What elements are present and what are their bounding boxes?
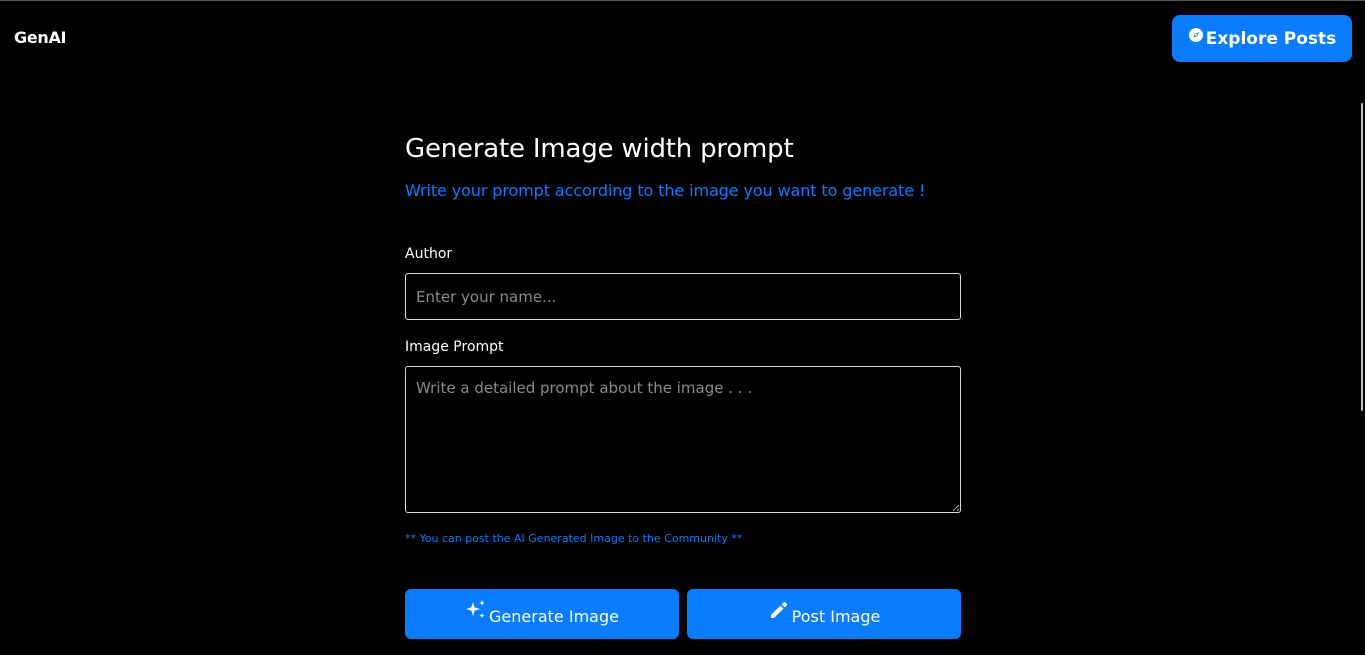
post-image-button[interactable]: Post Image: [687, 589, 961, 639]
image-prompt-textarea[interactable]: [405, 366, 961, 513]
author-input[interactable]: [405, 273, 961, 320]
post-image-label: Post Image: [791, 606, 881, 626]
compass-icon: [1188, 27, 1204, 43]
community-note: ** You can post the AI Generated Image t…: [405, 532, 743, 545]
explore-posts-button[interactable]: Explore Posts: [1172, 15, 1352, 62]
page-title: Generate Image width prompt: [405, 134, 794, 164]
brand-logo[interactable]: GenAI: [14, 28, 67, 47]
author-label: Author: [405, 246, 453, 262]
image-prompt-label: Image Prompt: [405, 339, 504, 355]
scrollbar[interactable]: [1361, 103, 1363, 411]
page-subtitle: Write your prompt according to the image…: [405, 181, 926, 200]
generate-image-button[interactable]: Generate Image: [405, 589, 679, 639]
generate-image-label: Generate Image: [489, 606, 619, 626]
navbar: GenAI Explore Posts: [0, 1, 1365, 77]
explore-posts-label: Explore Posts: [1205, 28, 1337, 49]
pencil-icon: [768, 599, 790, 621]
page: GenAI Explore Posts Generate Image width…: [0, 0, 1365, 655]
sparkles-icon: [465, 599, 487, 621]
